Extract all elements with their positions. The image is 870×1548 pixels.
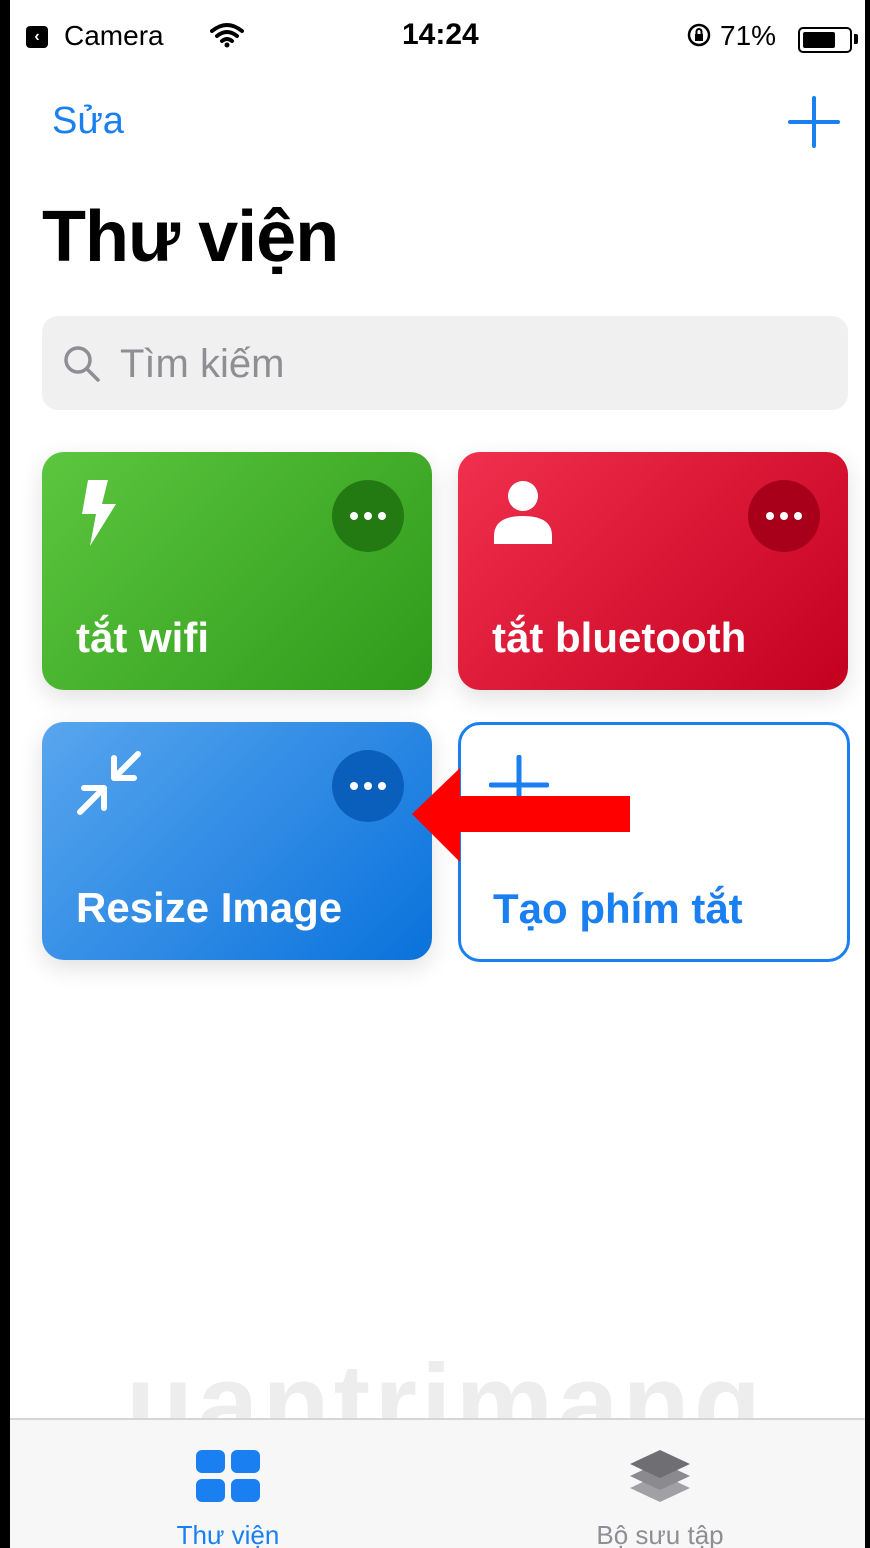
rotation-lock-icon	[687, 23, 711, 47]
page-title: Thư viện	[42, 197, 339, 277]
more-options-button[interactable]	[332, 750, 404, 822]
search-icon	[64, 346, 100, 382]
battery-tip	[854, 34, 858, 44]
more-options-button[interactable]	[748, 480, 820, 552]
ellipsis-icon	[766, 512, 802, 520]
ellipsis-icon	[350, 512, 386, 520]
arrows-in-icon	[77, 751, 141, 815]
bolt-icon	[82, 480, 116, 546]
shortcut-card-resize-image[interactable]: Resize Image	[42, 722, 432, 960]
search-bar[interactable]	[42, 316, 848, 410]
battery-icon	[798, 27, 852, 53]
shortcut-label: Resize Image	[76, 884, 343, 931]
create-shortcut-label: Tạo phím tắt	[493, 885, 743, 932]
add-shortcut-icon[interactable]	[786, 94, 842, 150]
status-bar: ‹ Camera 14:24 71%	[10, 0, 865, 76]
shortcut-card-bluetooth[interactable]: tắt bluetooth	[458, 452, 848, 690]
more-options-button[interactable]	[332, 480, 404, 552]
back-to-app-icon[interactable]: ‹	[26, 26, 48, 48]
person-icon	[494, 481, 552, 544]
shortcut-label: tắt wifi	[76, 614, 209, 661]
clock: 14:24	[402, 18, 479, 51]
tab-label: Thư viện	[176, 1520, 280, 1548]
shortcut-card-wifi[interactable]: tắt wifi	[42, 452, 432, 690]
tab-label: Bộ sưu tập	[596, 1520, 724, 1548]
wifi-icon	[210, 23, 244, 48]
search-input[interactable]	[118, 332, 822, 396]
back-app-label[interactable]: Camera	[64, 20, 164, 52]
ellipsis-icon	[350, 782, 386, 790]
shortcuts-app-screen: ‹ Camera 14:24 71% Sửa Thư viện Tìm kiếm…	[10, 0, 865, 1548]
shortcut-label: tắt bluetooth	[492, 614, 747, 661]
battery-percentage: 71%	[720, 20, 777, 51]
red-arrow-icon	[412, 768, 630, 862]
tab-library[interactable]: Thư viện	[78, 1420, 378, 1548]
tab-bar: Thư viện Bộ sưu tập	[10, 1418, 865, 1548]
grid-icon	[196, 1450, 260, 1502]
edit-button[interactable]: Sửa	[52, 100, 124, 143]
tab-gallery[interactable]: Bộ sưu tập	[510, 1420, 810, 1548]
layers-icon	[630, 1450, 690, 1502]
